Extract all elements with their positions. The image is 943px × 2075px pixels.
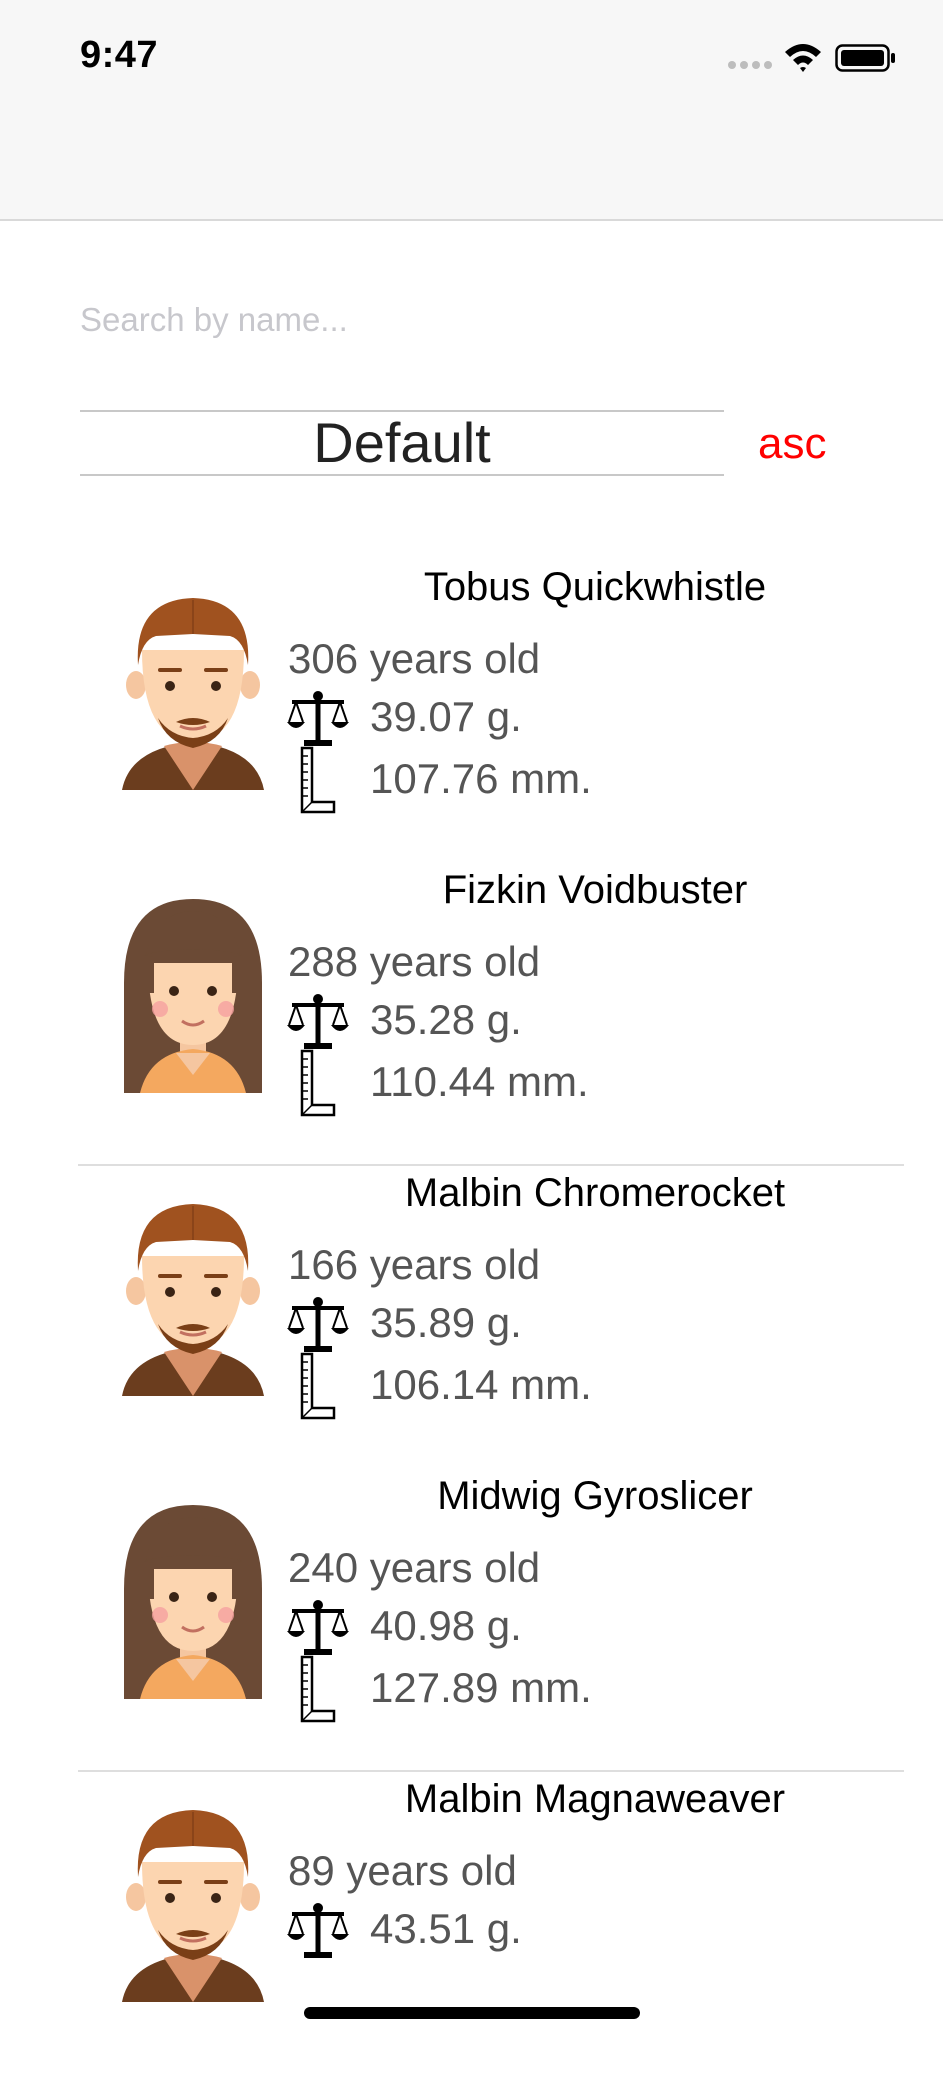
search-input[interactable] (80, 290, 720, 350)
person-name: Fizkin Voidbuster (442, 868, 748, 912)
sort-field-picker[interactable]: Default (80, 410, 724, 476)
person-name: Malbin Chromerocket (404, 1171, 786, 1215)
ruler-icon (298, 1049, 338, 1117)
female-avatar-icon (120, 1499, 266, 1699)
person-age: 89 years old (288, 1847, 517, 1894)
ruler-icon (298, 1352, 338, 1420)
person-height: 106.14 mm. (370, 1361, 592, 1408)
person-age: 288 years old (288, 938, 541, 985)
ruler-icon (298, 746, 338, 814)
people-list[interactable]: Tobus Quickwhistle 306 years old 39.07 g… (0, 560, 943, 2075)
battery-icon (835, 44, 895, 72)
person-age: 166 years old (288, 1241, 541, 1288)
list-item[interactable]: Tobus Quickwhistle 306 years old 39.07 g… (0, 560, 943, 863)
scale-icon (286, 991, 350, 1051)
person-age: 306 years old (288, 635, 541, 682)
person-height: 127.89 mm. (370, 1664, 592, 1711)
male-avatar-icon (120, 1196, 266, 1396)
status-icons (727, 40, 907, 80)
sort-order-toggle[interactable]: asc (758, 414, 826, 474)
status-bar: 9:47 (0, 0, 943, 221)
person-age: 240 years old (288, 1544, 541, 1591)
list-item[interactable]: Malbin Magnaweaver 89 years old 43.51 g. (0, 1772, 943, 2075)
cellular-signal-icon (728, 61, 772, 69)
wifi-icon (785, 44, 821, 72)
person-name: Malbin Magnaweaver (404, 1777, 786, 1821)
home-indicator[interactable] (304, 2007, 640, 2019)
scale-icon (286, 1294, 350, 1354)
male-avatar-icon (120, 590, 266, 790)
person-name: Midwig Gyroslicer (437, 1474, 753, 1518)
female-avatar-icon (120, 893, 266, 1093)
person-weight: 39.07 g. (370, 693, 522, 740)
person-height: 107.76 mm. (370, 755, 592, 802)
person-weight: 40.98 g. (370, 1602, 522, 1649)
scale-icon (286, 1900, 350, 1960)
list-item[interactable]: Fizkin Voidbuster 288 years old 35.28 g.… (0, 863, 943, 1166)
person-name: Tobus Quickwhistle (423, 565, 767, 609)
list-item[interactable]: Malbin Chromerocket 166 years old 35.89 … (0, 1166, 943, 1469)
person-weight: 35.89 g. (370, 1299, 522, 1346)
person-weight: 43.51 g. (370, 1905, 522, 1952)
status-time: 9:47 (80, 34, 159, 76)
person-height: 110.44 mm. (370, 1058, 589, 1105)
ruler-icon (298, 1655, 338, 1723)
scale-icon (286, 688, 350, 748)
male-avatar-icon (120, 1802, 266, 2002)
list-item[interactable]: Midwig Gyroslicer 240 years old 40.98 g.… (0, 1469, 943, 1772)
scale-icon (286, 1597, 350, 1657)
person-weight: 35.28 g. (370, 996, 522, 1043)
